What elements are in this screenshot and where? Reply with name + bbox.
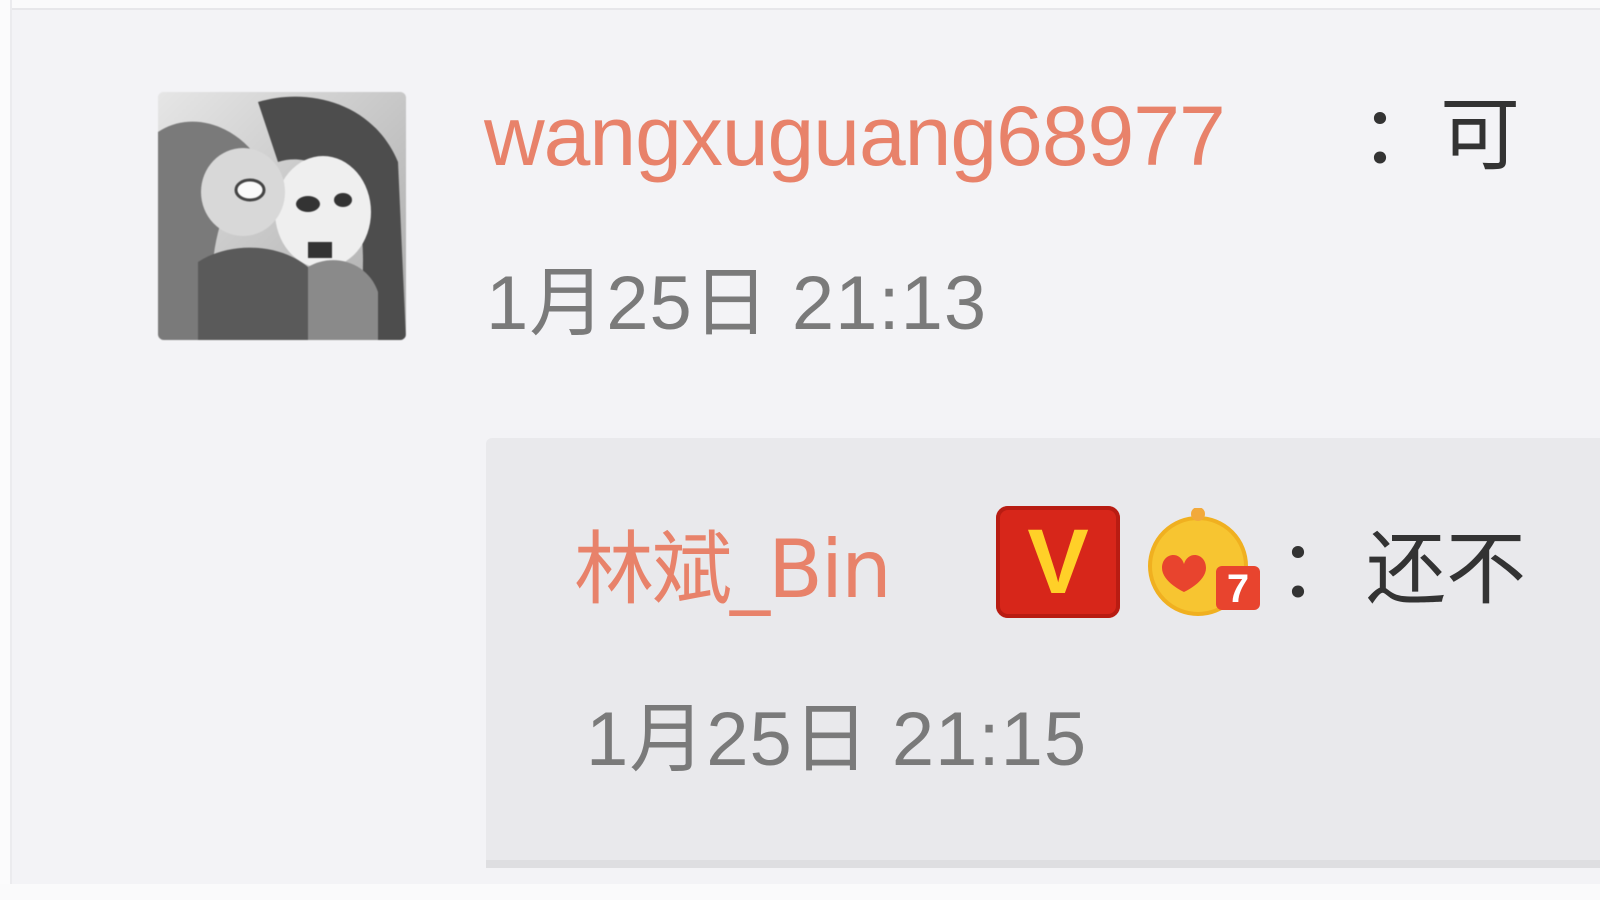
top-divider [0, 0, 1600, 10]
reply-timestamp: 1月25日 21:15 [586, 697, 1088, 782]
vip-level-graphic: 7 [1148, 507, 1260, 616]
comment-author-link[interactable]: wangxuguang68977 [484, 86, 1226, 186]
comment-body: 可 [1440, 89, 1520, 182]
reply-container [486, 438, 1600, 868]
comment-thread: wangxuguang68977 ：可 1月25日 21:13 林斌_Bin V… [0, 0, 1600, 900]
reply-container-shadow [486, 860, 1600, 868]
reply-author-link[interactable]: 林斌_Bin [574, 520, 892, 620]
verified-icon[interactable]: V [996, 506, 1120, 618]
left-border [0, 0, 12, 900]
comment-timestamp: 1月25日 21:13 [486, 261, 988, 346]
vip-level-number: 7 [1227, 567, 1249, 611]
reply-body: 还不 [1366, 523, 1526, 616]
user-avatar[interactable] [158, 92, 406, 340]
comment-text: ：可 [1360, 86, 1520, 186]
reply-separator: ： [1278, 523, 1358, 616]
avatar-image [158, 92, 406, 340]
comment-separator: ： [1360, 89, 1440, 182]
bottom-divider [0, 884, 1600, 900]
verified-badge-label: V [1027, 511, 1089, 613]
vip-level-icon[interactable]: 7 [1140, 507, 1274, 618]
